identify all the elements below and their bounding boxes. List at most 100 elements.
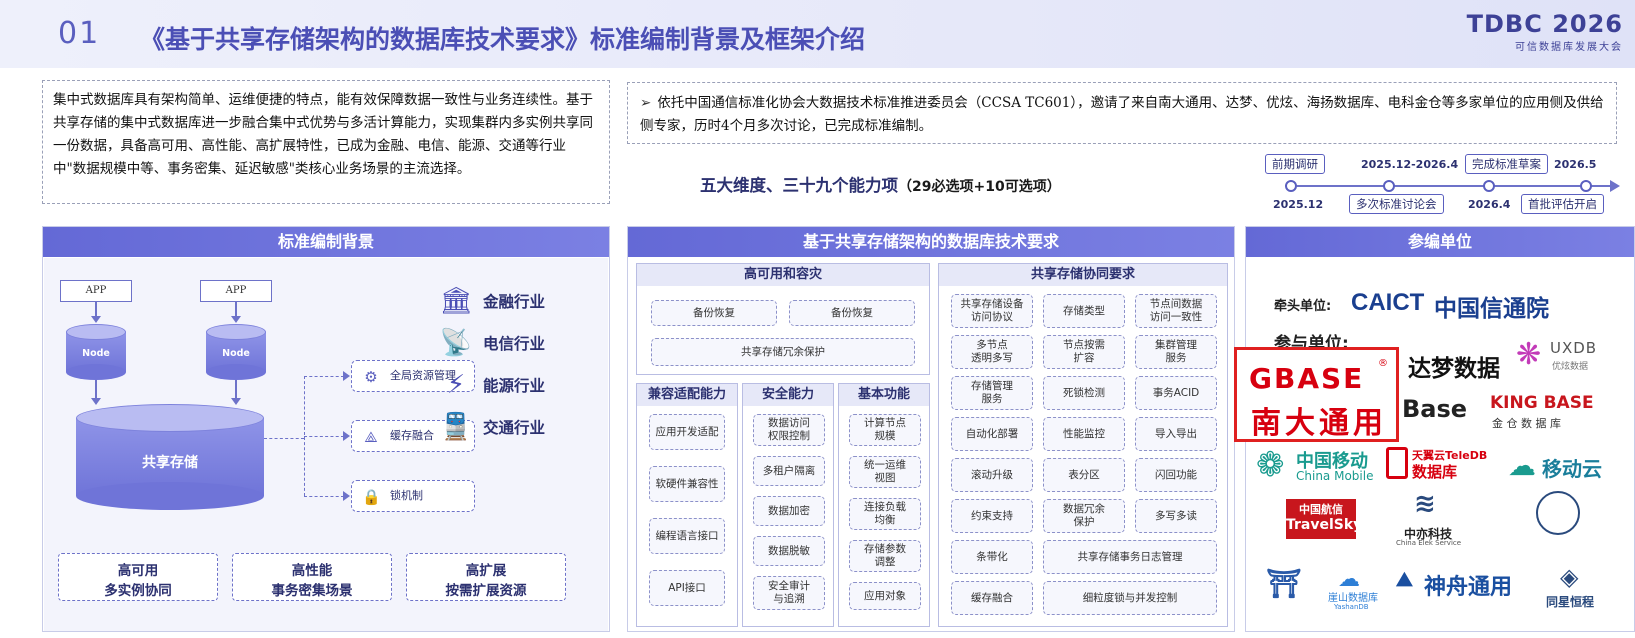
capability-item: 编程语言接口 [649,518,725,554]
section-title: 高可用和容灾 [637,264,929,286]
zhongyan-en: China Elek Service [1396,539,1462,547]
yashan-en: YashanDB [1334,603,1369,611]
china-mobile-icon: ❁ [1256,445,1285,485]
teledb-icon [1386,447,1408,479]
mobile-cloud-icon: ☁ [1508,449,1536,482]
dimension-sub: （29必选项+10可选项） [898,179,1061,195]
dashed-connector [304,496,344,497]
section-ha: 高可用和容灾 备份恢复 备份恢复 共享存储冗余保护 [636,263,930,375]
arrow-right-icon [343,371,350,381]
shenzhou-icon: ⛰ [1396,567,1413,591]
slide-title: 《基于共享存储架构的数据库技术要求》标准编制背景及框架介绍 [140,25,866,54]
tongxing-logo: 同星恒程 [1546,595,1595,609]
timeline-axis [1297,185,1612,187]
kingbase-logo: KING BASE [1490,393,1594,413]
shenzhou-logo: 神舟通用 [1424,575,1513,600]
mobile-cloud-logo: 移动云 [1542,457,1602,481]
dameng-logo: 达梦数据 [1408,356,1500,382]
bank-icon: 🏛 [439,286,473,316]
capability-item: 统一运维 视图 [849,456,921,488]
kingbase-cn: 金 仓 数 据 库 [1492,417,1561,430]
lightning-icon: ⚡ [446,370,466,400]
capability-item: 安全审计 与追溯 [753,576,825,610]
lead-org-label: 牵头单位: [1274,299,1332,314]
node-label: Node [82,348,110,359]
capability-item: 条带化 [951,540,1033,574]
timeline-dot [1383,180,1395,192]
capability-item: 备份恢复 [651,300,777,326]
capability-item: 事务ACID [1135,376,1217,410]
registered-mark: ® [1378,358,1388,369]
capability-item: 性能监控 [1043,417,1125,451]
capability-item: 节点间数据 访问一致性 [1135,294,1217,328]
timeline-date: 2026.5 [1554,158,1597,171]
uxdb-cn: 优炫数据 [1552,362,1589,372]
dimension-main: 五大维度、三十九个能力项 [700,176,898,195]
academy-icon: ⛩ [1266,567,1302,600]
panel-participants: 参编单位 牵头单位: CAICT 中国信通院 参与单位: GBASE ® 南大通… [1234,226,1635,632]
capability-item: 闪回功能 [1135,458,1217,492]
section-compatibility: 兼容适配能力 应用开发适配 软硬件兼容性 编程语言接口 API接口 [636,383,738,627]
timeline-stage: 首批评估开启 [1521,194,1604,214]
dashed-connector [304,436,344,437]
capability-item: 约束支持 [951,499,1033,533]
caict-name: 中国信通院 [1434,296,1549,322]
capability-item: 连接负载 均衡 [849,498,921,530]
section-title: 基本功能 [839,384,929,406]
lock-icon: 🔒 [362,488,381,506]
zhongyan-icon: ≋ [1414,489,1436,519]
capability-item: 滚动升级 [951,458,1033,492]
arrow-right-icon [343,491,350,501]
capability-item: 集群管理 服务 [1135,335,1217,369]
capability-item: 共享存储设备 访问协议 [951,294,1033,328]
connector-line [95,380,97,400]
capability-item: 存储管理 服务 [951,376,1033,410]
connector-line [235,380,237,400]
capability-item: 备份恢复 [789,300,915,326]
node-cylinder: Node [66,324,126,380]
capability-item: 应用开发适配 [649,414,725,450]
uxdb-logo: UXDB [1550,339,1598,357]
capability-item: 数据脱敏 [753,536,825,566]
feature-lock: 🔒 锁机制 [351,480,475,512]
capability-item: 细粒度锁与并发控制 [1043,581,1217,615]
panel-title: 基于共享存储架构的数据库技术要求 [628,227,1234,257]
panel-requirements: 基于共享存储架构的数据库技术要求 高可用和容灾 备份恢复 备份恢复 共享存储冗余… [627,226,1235,632]
timeline-dot [1483,180,1495,192]
train-icon: 🚆 [439,412,473,442]
dimension-summary: 五大维度、三十九个能力项（29必选项+10可选项） [700,172,1061,196]
capability-item: 计算节点 规模 [849,414,921,446]
section-title: 共享存储协同要求 [939,264,1227,286]
caict-logo: CAICT [1351,289,1425,316]
yashan-logo: 崖山数据库 [1328,593,1378,604]
teledb-logo: 数据库 [1412,463,1458,481]
capability-item: 多写多读 [1135,499,1217,533]
section-basic: 基本功能 计算节点 规模 统一运维 视图 连接负载 均衡 存储参数 调整 应用对… [838,383,930,627]
capability-item: 节点按需 扩容 [1043,335,1125,369]
base-logo: Base [1402,395,1468,423]
intro-process-text: ➢ 依托中国通信标准化协会大数据技术标准推进委员会（CCSA TC601），邀请了… [627,82,1617,144]
timeline-dot [1285,180,1297,192]
travelsky-logo: 中国航信 TravelSky [1286,499,1362,539]
arrow-right-icon [343,431,350,441]
bullet-arrow-icon: ➢ [640,95,652,111]
panel-title: 参编单位 [1246,227,1634,257]
header-bar: 01 《基于共享存储架构的数据库技术要求》标准编制背景及框架介绍 TDBC 20… [0,0,1635,68]
panel-title: 标准编制背景 [43,227,609,257]
section-title: 兼容适配能力 [637,384,737,406]
capability-item: 软硬件兼容性 [649,466,725,502]
architecture-diagram: APP APP Node Node 共享存储 ⚙ 全局资源管理 ⟁ 缓存融合 🔒… [44,258,608,631]
section-security: 安全能力 数据访问 权限控制 多租户隔离 数据加密 数据脱敏 安全审计 与追溯 [742,383,834,627]
capability-item: 多节点 透明多写 [951,335,1033,369]
capability-item: 存储参数 调整 [849,540,921,572]
trait-high-scalability: 高扩展 按需扩展资源 [406,553,566,601]
china-mobile-en: China Mobile [1296,469,1374,483]
node-cylinder: Node [206,324,266,380]
capability-item: 数据加密 [753,496,825,526]
capability-item: 共享存储冗余保护 [651,338,915,366]
node-label: Node [222,348,250,359]
timeline-stage: 多次标准讨论会 [1349,194,1444,214]
gear-icon: ⚙ [364,368,378,386]
section-title: 安全能力 [743,384,833,406]
capability-item: 共享存储事务日志管理 [1043,540,1217,574]
